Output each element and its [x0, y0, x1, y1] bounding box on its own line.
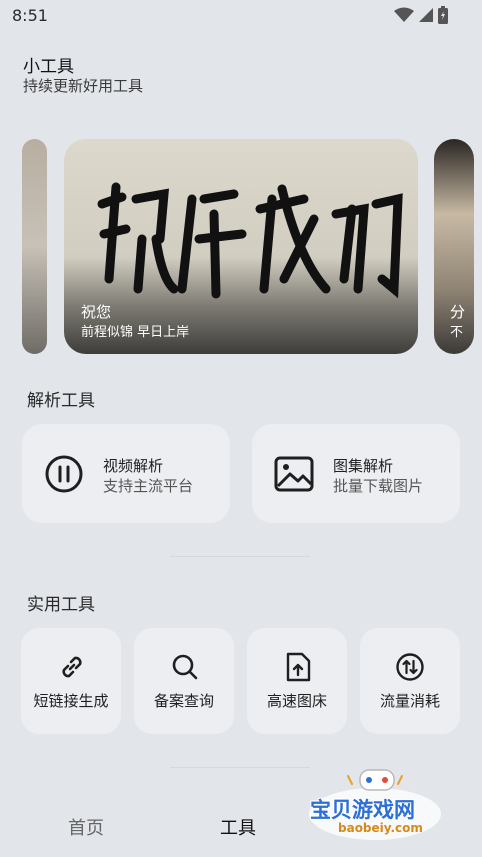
wifi-icon — [394, 7, 414, 27]
short-link-tile[interactable]: 短链接生成 — [21, 628, 121, 734]
nav-tab-home[interactable]: 首页 — [68, 814, 104, 840]
banner-next-subtitle: 不 — [450, 325, 464, 340]
video-parse-card[interactable]: 视频解析 支持主流平台 — [22, 424, 230, 523]
nav-divider — [170, 767, 310, 768]
parse-section-title: 解析工具 — [27, 391, 95, 411]
banner-next-title: 分 — [450, 303, 466, 321]
icp-query-label: 备案查询 — [153, 692, 214, 710]
page-title: 小工具 — [23, 57, 74, 77]
image-icon — [274, 456, 314, 496]
traffic-tile[interactable]: 流量消耗 — [360, 628, 460, 734]
video-parse-sub: 支持主流平台 — [103, 477, 194, 495]
upload-file-icon — [284, 651, 312, 687]
watermark-logo: 宝贝游戏网 baobeiy.com — [300, 768, 450, 848]
status-bar: 8:51 — [0, 0, 482, 32]
short-link-label: 短链接生成 — [33, 692, 109, 710]
watermark-text: 宝贝游戏网 — [310, 798, 415, 822]
utility-section-title: 实用工具 — [27, 595, 95, 615]
icp-query-tile[interactable]: 备案查询 — [134, 628, 234, 734]
traffic-label: 流量消耗 — [379, 692, 440, 710]
banner-title: 祝您 — [81, 303, 112, 321]
battery-icon — [438, 6, 448, 28]
nav-tab-tools[interactable]: 工具 — [220, 814, 256, 840]
signal-icon — [418, 7, 434, 27]
page-subtitle: 持续更新好用工具 — [23, 77, 144, 95]
banner-prev-peek[interactable] — [22, 139, 47, 354]
swap-vertical-icon — [395, 652, 425, 686]
link-icon — [57, 652, 87, 686]
search-icon — [170, 652, 200, 686]
watermark-url: baobeiy.com — [338, 821, 423, 835]
video-parse-label: 视频解析 — [103, 457, 164, 475]
gallery-parse-label: 图集解析 — [333, 457, 394, 475]
status-icons — [394, 6, 448, 28]
pause-circle-icon — [44, 454, 84, 498]
gallery-parse-card[interactable]: 图集解析 批量下载图片 — [252, 424, 460, 523]
banner-subtitle: 前程似锦 早日上岸 — [81, 325, 190, 340]
section-divider — [170, 556, 310, 557]
gallery-parse-sub: 批量下载图片 — [333, 477, 424, 495]
status-time: 8:51 — [12, 6, 48, 25]
image-host-tile[interactable]: 高速图床 — [247, 628, 347, 734]
image-host-label: 高速图床 — [266, 692, 327, 710]
